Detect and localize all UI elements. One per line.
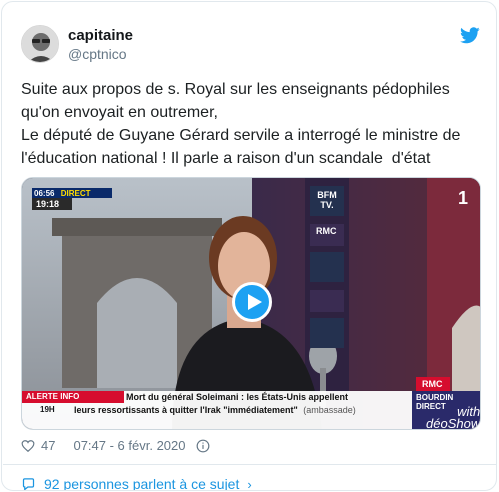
like-count[interactable]: 47 — [41, 438, 55, 453]
tweet-meta: 47 07:47 - 6 févr. 2020 — [21, 438, 210, 453]
tweet-line: Suite aux propos de s. Royal sur les ens… — [21, 81, 450, 98]
play-button[interactable] — [232, 282, 272, 322]
conversation-link[interactable]: 92 personnes parlent à ce sujet › — [21, 476, 252, 491]
tweet-line: qu'on envoyait en outremer, — [21, 104, 218, 121]
show-line-1: BOURDIN — [416, 393, 454, 402]
show-line-4: déoShow — [426, 416, 481, 430]
ticker-line-2-text: leurs ressortissants à quitter l'Irak "i… — [74, 405, 298, 415]
tweet-line: Le député de Guyane Gérard servile a int… — [21, 127, 461, 144]
conversation-text: 92 personnes parlent à ce sujet — [44, 476, 240, 491]
divider — [3, 464, 496, 465]
rmc-logo: RMC — [316, 226, 337, 236]
tweet-text: Suite aux propos de s. Royal sur les ens… — [21, 78, 481, 170]
clock-text: 06:56 — [34, 189, 55, 198]
display-name[interactable]: capitaine — [68, 27, 133, 44]
ticker-line-1: Mort du général Soleimani : les États-Un… — [126, 392, 349, 402]
tweet-card: capitaine @cptnico Suite aux propos de s… — [1, 1, 497, 491]
direct-label: DIRECT — [60, 189, 91, 198]
ticker-badge: ALERTE INFO — [26, 392, 80, 401]
ticker-time: 19H — [40, 405, 55, 414]
channel-logo: BFM TV. — [317, 190, 337, 210]
user-handle[interactable]: @cptnico — [68, 46, 127, 62]
show-watermark: with déoShow — [426, 405, 481, 430]
corner-mark: 1 — [458, 188, 469, 208]
ticker-line-2: leurs ressortissants à quitter l'Irak "i… — [74, 405, 356, 416]
tweet-timestamp[interactable]: 07:47 - 6 févr. 2020 — [73, 438, 185, 453]
heart-icon[interactable] — [21, 439, 35, 453]
rmc-badge: RMC — [422, 379, 443, 389]
time-badge: 19:18 — [36, 199, 60, 209]
info-icon[interactable] — [196, 439, 210, 453]
chevron-right-icon: › — [247, 476, 252, 491]
avatar-image — [22, 26, 58, 62]
tweet-line: l'éducation national ! Il parle a raison… — [21, 150, 431, 167]
avatar[interactable] — [21, 25, 59, 63]
channel-clock: 06:56 DIRECT — [34, 189, 90, 198]
ticker-source: (ambassade) — [303, 405, 356, 415]
video-player[interactable]: 06:56 DIRECT 19:18 BFM TV. RMC 1 RMC ALE… — [21, 177, 481, 430]
comment-bubble-icon — [22, 477, 35, 490]
twitter-bird-icon[interactable] — [460, 27, 480, 44]
